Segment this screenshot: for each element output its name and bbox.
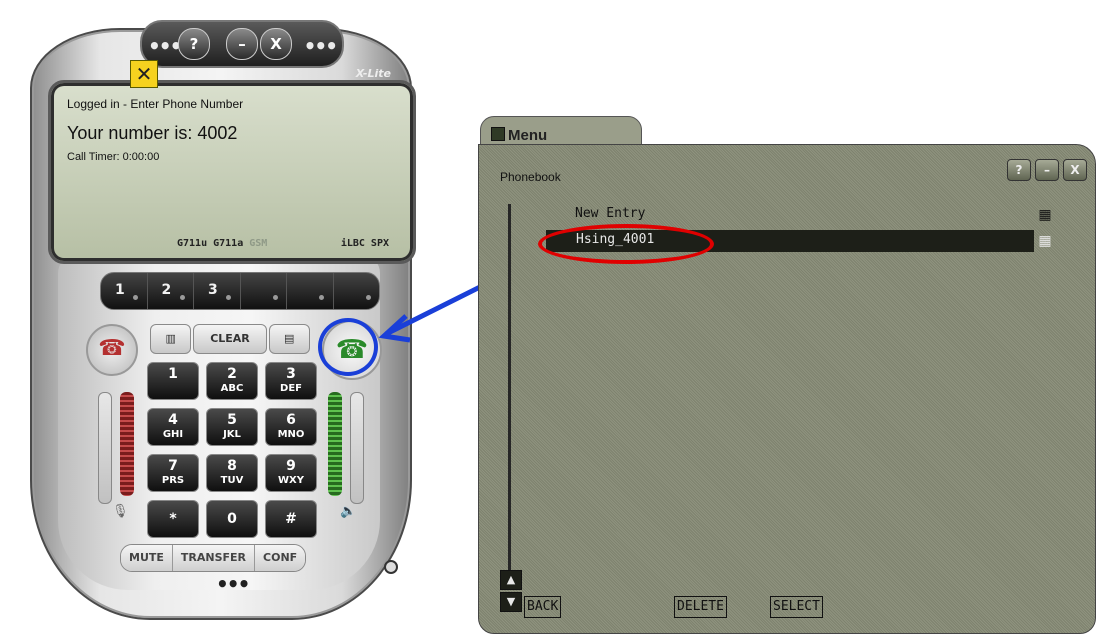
key-digit: 8 <box>227 458 237 474</box>
speaker-icon: 🔈 <box>340 504 357 519</box>
mic-volume-slider[interactable] <box>98 392 112 504</box>
codec-gsm: GSM <box>249 238 268 249</box>
menu-window: Menu ? – X Phonebook New Entry ▦ Hsing_4… <box>476 114 1098 634</box>
title-bar-dots-left: ••• <box>148 34 182 58</box>
menu-body: ? – X <box>478 144 1096 634</box>
mute-button[interactable]: MUTE <box>121 545 173 571</box>
key-digit: 0 <box>227 511 237 527</box>
menu-help-button[interactable]: ? <box>1007 159 1031 181</box>
bottom-dots: ••• <box>216 572 250 596</box>
key-7[interactable]: 7 PRS <box>147 454 199 492</box>
key-letters: MNO <box>277 429 305 440</box>
hangup-button[interactable]: ☎ <box>86 324 138 376</box>
line-button-5[interactable] <box>287 273 334 309</box>
back-button[interactable]: BACK <box>524 596 562 618</box>
key-2[interactable]: 2 ABC <box>206 362 258 400</box>
help-button[interactable]: ? <box>178 28 210 60</box>
line-button-4[interactable] <box>241 273 287 309</box>
your-number-text: Your number is: 4002 <box>67 123 238 143</box>
xlite-phone: ••• ? – X ••• ✕ X-Lite Logged in - Enter… <box>0 0 470 635</box>
key-4[interactable]: 4 GHI <box>147 408 199 446</box>
key-digit: * <box>169 511 177 527</box>
phone-display: X-Lite Logged in - Enter Phone Number Yo… <box>48 67 416 264</box>
xlite-logo-icon: ✕ <box>130 60 158 88</box>
line-button-1[interactable]: 1 <box>101 273 148 309</box>
hangup-phone-icon: ☎ <box>98 336 126 361</box>
side-knob <box>384 560 398 574</box>
codec-g711u: G711u <box>177 238 208 249</box>
call-timer-text: Call Timer: 0:00:00 <box>67 151 160 163</box>
entry-edit-icon[interactable]: ▦ <box>1034 232 1056 250</box>
key-letters: GHI <box>162 429 184 440</box>
key-3[interactable]: 3 DEF <box>265 362 317 400</box>
codec-g711a: G711a <box>213 238 244 249</box>
delete-button[interactable]: DELETE <box>674 596 727 618</box>
key-letters: WXY <box>278 475 304 486</box>
history-button[interactable]: ▤ <box>268 324 310 354</box>
key-0[interactable]: 0 <box>206 500 258 538</box>
phone-title-bar[interactable]: ••• ? – X ••• <box>140 20 344 68</box>
select-button[interactable]: SELECT <box>770 596 823 618</box>
menu-close-button[interactable]: X <box>1063 159 1087 181</box>
close-button[interactable]: X <box>260 28 292 60</box>
key-6[interactable]: 6 MNO <box>265 408 317 446</box>
status-text: Logged in - Enter Phone Number <box>67 97 244 111</box>
mic-level-meter <box>120 392 134 496</box>
key-letters: JKL <box>223 429 241 440</box>
codec-ilbc-spx: iLBC SPX <box>340 238 389 249</box>
dial-button-highlight <box>318 318 378 376</box>
menu-title-text: Menu <box>508 127 548 144</box>
minimize-button[interactable]: – <box>226 28 258 60</box>
phonebook-button[interactable]: ▥ <box>150 324 192 354</box>
key-hash[interactable]: # <box>265 500 317 538</box>
speaker-level-meter <box>328 392 342 496</box>
key-digit: 6 <box>286 412 296 428</box>
key-letters: ABC <box>220 383 244 394</box>
list-icon: ▤ <box>284 332 295 345</box>
selected-entry-highlight <box>538 224 714 264</box>
keypad: 1 2 ABC 3 DEF 4 GHI 5 JKL 6 MNO 7 PRS 8 TUV 9 WX… <box>147 362 317 538</box>
menu-minimize-button[interactable]: – <box>1035 159 1059 181</box>
book-icon: ▥ <box>165 332 176 345</box>
scroll-up-button[interactable]: ▲ <box>500 570 522 590</box>
key-digit: # <box>285 511 297 527</box>
entry-edit-icon[interactable]: ▦ <box>1034 206 1056 224</box>
codec-list: G711u G711a GSM <box>177 238 273 249</box>
scroll-down-button[interactable]: ▼ <box>500 592 522 612</box>
key-digit: 7 <box>168 458 178 474</box>
key-letters: DEF <box>280 383 302 394</box>
speaker-volume-slider[interactable] <box>350 392 364 504</box>
key-letters: TUV <box>220 475 244 486</box>
key-digit: 4 <box>168 412 178 428</box>
line-button-2[interactable]: 2 <box>148 273 194 309</box>
clear-button[interactable]: CLEAR <box>193 324 267 354</box>
phonebook-entry-new[interactable]: New Entry <box>575 206 645 221</box>
menu-title: Menu <box>491 127 547 144</box>
control-row: ▥ CLEAR ▤ <box>150 324 310 354</box>
menu-icon <box>491 127 505 141</box>
brand-label: X-Lite <box>355 67 391 80</box>
line-button-6[interactable] <box>334 273 380 309</box>
key-digit: 9 <box>286 458 296 474</box>
key-letters: PRS <box>161 475 185 486</box>
transfer-button[interactable]: TRANSFER <box>172 545 256 571</box>
line-button-3[interactable]: 3 <box>194 273 241 309</box>
key-star[interactable]: * <box>147 500 199 538</box>
conf-button[interactable]: CONF <box>255 545 306 571</box>
key-8[interactable]: 8 TUV <box>206 454 258 492</box>
key-digit: 2 <box>227 366 237 382</box>
key-1[interactable]: 1 <box>147 362 199 400</box>
line-buttons: 1 2 3 <box>100 272 380 310</box>
microphone-icon: 🎙 <box>112 504 129 519</box>
key-5[interactable]: 5 JKL <box>206 408 258 446</box>
bottom-buttons: MUTE TRANSFER CONF <box>120 544 307 572</box>
key-9[interactable]: 9 WXY <box>265 454 317 492</box>
menu-window-buttons: ? – X <box>1007 159 1087 181</box>
phonebook-label: Phonebook <box>500 170 561 184</box>
title-bar-dots-right: ••• <box>303 34 338 58</box>
key-digit: 5 <box>227 412 237 428</box>
key-digit: 1 <box>168 366 178 382</box>
key-digit: 3 <box>286 366 296 382</box>
list-scroll-track <box>508 204 511 574</box>
